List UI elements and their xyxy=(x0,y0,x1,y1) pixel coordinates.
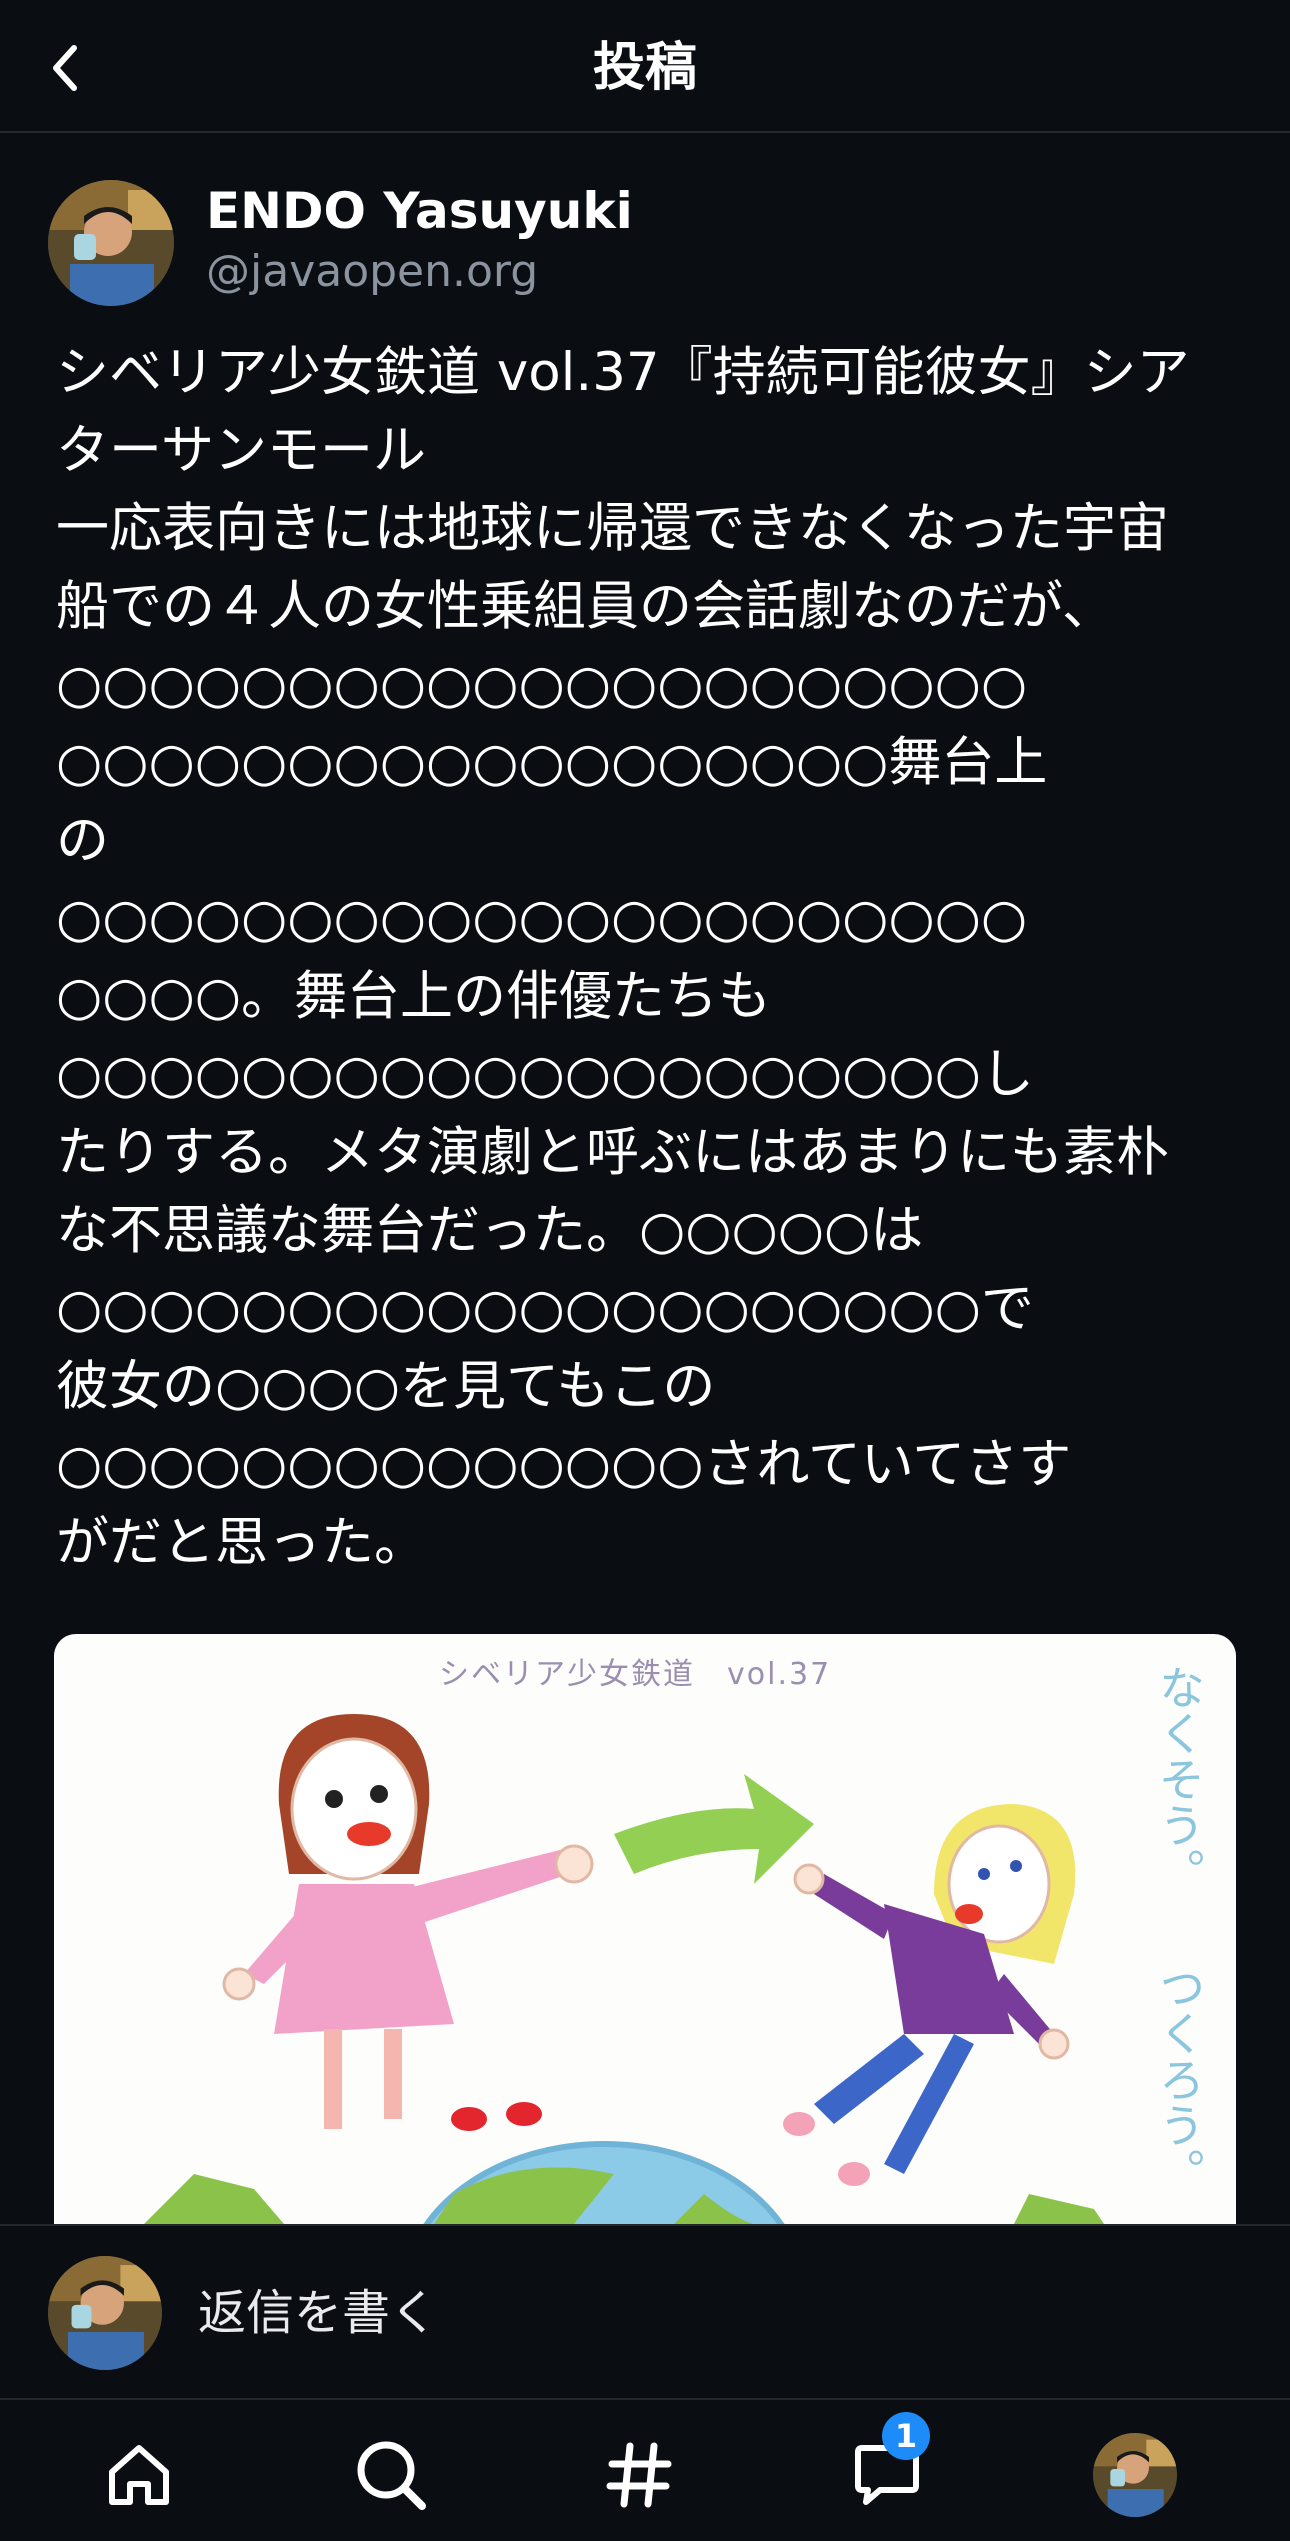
image-top-caption: シベリア少女鉄道 vol.37 xyxy=(439,1657,831,1692)
tab-search[interactable] xyxy=(346,2430,436,2520)
post-line: ○○○○。舞台上の俳優たちも xyxy=(56,966,771,1027)
post-body: シベリア少女鉄道 vol.37『持続可能彼女』シア ターサンモール 一応表向きに… xyxy=(56,334,1246,1582)
user-avatar[interactable] xyxy=(48,2256,162,2370)
post-author[interactable]: ENDO Yasuyuki @javaopen.org xyxy=(48,180,1238,306)
post-line: ○○○○○○○○○○○○○○○○○○○○○ xyxy=(56,888,1028,949)
page-title: 投稿 xyxy=(592,38,697,98)
post-line: ○○○○○○○○○○○○○○○○○○舞台上 xyxy=(56,732,1048,793)
image-side-caption-2: つくろう。 xyxy=(1152,1964,1206,2194)
top-app-bar: 投稿 xyxy=(0,0,1290,133)
post-line: 一応表向きには地球に帰還できなくなった宇宙 xyxy=(56,498,1169,559)
post-image[interactable]: シベリア少女鉄道 vol.37 なくそう。 つくろう。 xyxy=(54,1634,1236,2224)
post-line: 彼女の○○○○を見てもこの xyxy=(56,1356,716,1417)
profile-avatar xyxy=(1093,2433,1177,2517)
bottom-tab-bar: 1 xyxy=(0,2398,1290,2541)
tab-profile[interactable] xyxy=(1090,2430,1180,2520)
post-line: ○○○○○○○○○○○○○○○○○○○○○ xyxy=(56,654,1028,715)
image-side-caption-1: なくそう。 xyxy=(1152,1664,1206,1894)
post-line: ○○○○○○○○○○○○○○されていてさす xyxy=(56,1434,1072,1495)
post-line: の xyxy=(56,810,109,871)
post-line: ○○○○○○○○○○○○○○○○○○○○し xyxy=(56,1044,1034,1105)
tab-hashtag[interactable] xyxy=(594,2430,684,2520)
post-line: ○○○○○○○○○○○○○○○○○○○○で xyxy=(56,1278,1034,1339)
tab-home[interactable] xyxy=(94,2430,184,2520)
author-handle[interactable]: @javaopen.org xyxy=(206,244,538,300)
post-line: がだと思った。 xyxy=(56,1512,427,1573)
post-line: たりする。メタ演劇と呼ぶにはあまりにも素朴 xyxy=(56,1122,1169,1183)
post-line: 船での４人の女性乗組員の会話劇なのだが、 xyxy=(56,576,1115,637)
author-avatar[interactable] xyxy=(48,180,174,306)
post-line: ターサンモール xyxy=(56,420,426,481)
tab-notifications[interactable]: 1 xyxy=(842,2412,932,2520)
reply-bar[interactable]: 返信を書く xyxy=(0,2224,1290,2400)
hashtag-icon xyxy=(606,2442,672,2508)
reply-input[interactable]: 返信を書く xyxy=(198,2281,438,2345)
post-line: な不思議な舞台だった。○○○○○は xyxy=(56,1200,924,1261)
notification-badge: 1 xyxy=(882,2412,930,2460)
post-line: シベリア少女鉄道 vol.37『持続可能彼女』シア xyxy=(56,342,1190,403)
home-icon xyxy=(109,2445,169,2505)
search-icon xyxy=(357,2441,426,2510)
author-name[interactable]: ENDO Yasuyuki xyxy=(206,180,633,242)
